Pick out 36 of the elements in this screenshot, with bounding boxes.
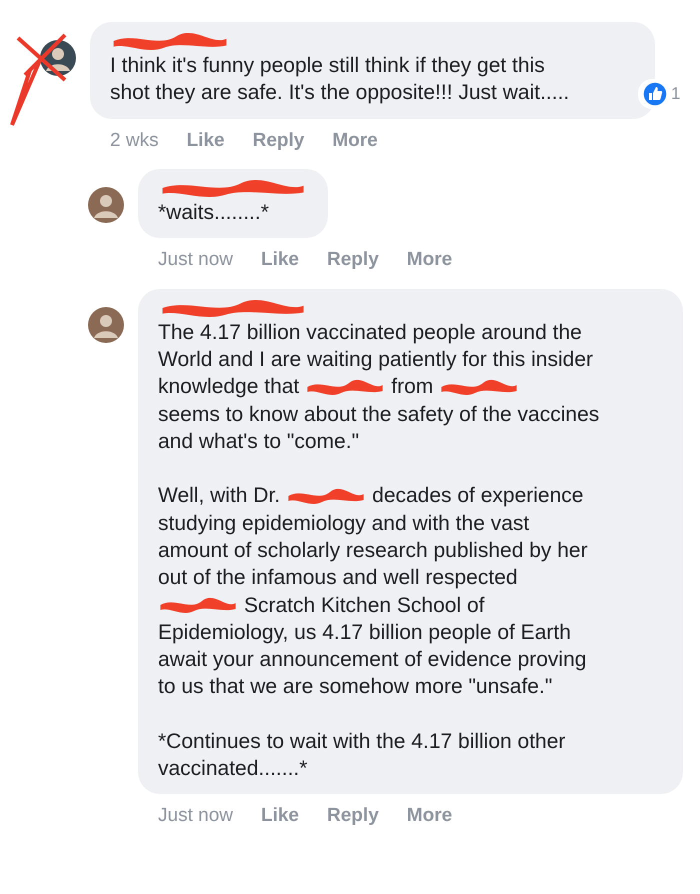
comment-text: vaccinated.......* <box>158 756 308 782</box>
comment-text: World and I are waiting patiently for this insider <box>158 347 593 374</box>
action-link[interactable]: Reply <box>252 126 304 156</box>
action-link[interactable]: Like <box>260 802 300 831</box>
action-link[interactable]: More <box>406 246 452 275</box>
comment-text: amount of scholarly research published by her <box>158 538 588 564</box>
comment-text: out of the infamous and well respected <box>158 565 518 592</box>
avatar-icon[interactable] <box>88 187 124 224</box>
reaction-count: 1 <box>671 82 680 105</box>
comment-text: and what's to "come." <box>158 429 360 456</box>
action-link[interactable]: Like <box>186 126 225 156</box>
comment-text: Scratch Kitchen School of <box>244 592 484 619</box>
comment-text: studying epidemiology and with the vast <box>158 510 530 537</box>
comment-text: shot they are safe. It's the opposite!!! Just wait..... <box>110 80 570 106</box>
comment-text: seems to know about the safety of the vaccines <box>158 402 600 428</box>
action-link[interactable]: More <box>332 126 378 156</box>
action-link[interactable]: Reply <box>327 246 379 275</box>
action-link[interactable]: Reply <box>327 802 379 831</box>
comment-time: 2 wks <box>110 128 159 153</box>
comment-text: Well, with Dr. <box>158 483 280 510</box>
comment-text: to us that we are somehow more "unsafe." <box>158 674 552 700</box>
comment-text: *waits........* <box>158 200 269 226</box>
avatar-icon[interactable] <box>40 40 76 76</box>
comment-text: I think it's funny people still think if they get this <box>110 53 545 79</box>
comment-text: knowledge that <box>158 374 300 400</box>
comment-text: from <box>391 374 434 400</box>
comment-time: Just now <box>158 248 233 272</box>
comment-text: await your announcement of evidence proving <box>158 647 586 674</box>
comment-text: decades of experience <box>372 483 584 510</box>
action-link[interactable]: Like <box>260 246 300 275</box>
comment-text: The 4.17 billion vaccinated people around the <box>158 320 582 346</box>
action-link[interactable]: More <box>406 802 452 831</box>
comment-text: *Continues to wait with the 4.17 billion other <box>158 728 566 755</box>
comment-text: Epidemiology, us 4.17 billion people of Earth <box>158 620 571 646</box>
avatar-icon[interactable] <box>88 306 124 343</box>
comment-time: Just now <box>158 804 233 828</box>
